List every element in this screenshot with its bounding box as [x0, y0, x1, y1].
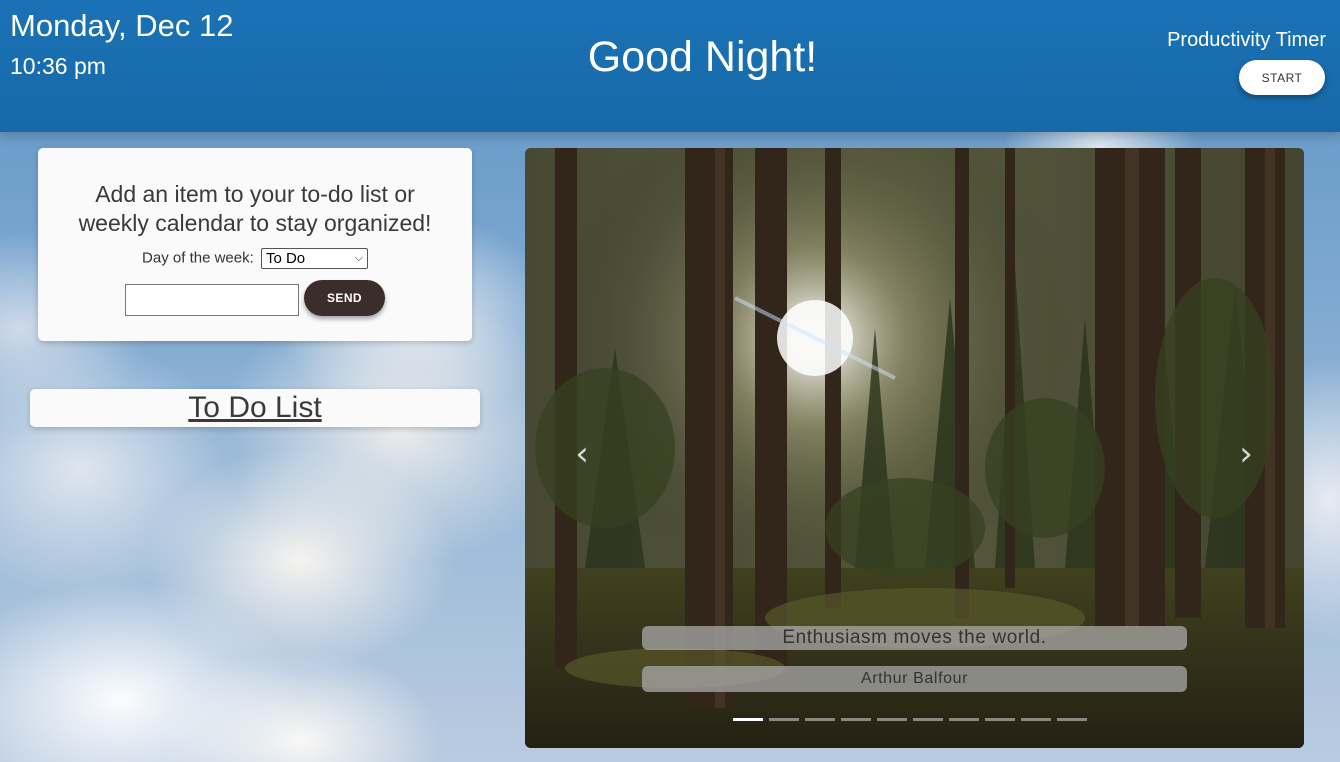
- forest-slide-image: [525, 148, 1304, 748]
- todo-list-title[interactable]: To Do List: [188, 389, 321, 427]
- day-of-week-selected-value: To Do: [265, 250, 306, 267]
- day-of-week-label: Day of the week:: [142, 249, 254, 267]
- chevron-left-icon[interactable]: ‹: [562, 436, 602, 472]
- chevron-down-icon: ⌵: [354, 252, 363, 264]
- add-item-heading: Add an item to your to-do list or weekly…: [38, 180, 472, 238]
- carousel-indicator[interactable]: [913, 718, 943, 721]
- day-of-week-select[interactable]: To Do ⌵: [260, 248, 368, 269]
- carousel-indicator[interactable]: [1057, 718, 1087, 721]
- todo-list-card: To Do List: [30, 389, 480, 427]
- start-timer-button[interactable]: START: [1239, 60, 1325, 95]
- header-bar: Monday, Dec 12 10:36 pm Good Night! Prod…: [0, 0, 1340, 132]
- greeting-title: Good Night!: [587, 33, 818, 81]
- carousel-indicator[interactable]: [733, 718, 763, 721]
- carousel-indicator[interactable]: [877, 718, 907, 721]
- productivity-timer-title: Productivity Timer: [1167, 29, 1326, 51]
- quote-author: Arthur Balfour: [642, 666, 1187, 692]
- carousel-indicator[interactable]: [949, 718, 979, 721]
- carousel-indicator[interactable]: [805, 718, 835, 721]
- carousel-indicator[interactable]: [985, 718, 1015, 721]
- add-item-card: Add an item to your to-do list or weekly…: [38, 148, 472, 341]
- add-item-heading-line2: weekly calendar to stay organized!: [78, 210, 432, 236]
- carousel-indicators: [733, 718, 1093, 722]
- chevron-right-icon[interactable]: ›: [1226, 436, 1266, 472]
- day-of-week-row: Day of the week: To Do ⌵: [38, 248, 472, 269]
- todo-item-input[interactable]: [125, 284, 299, 316]
- send-button[interactable]: SEND: [304, 280, 385, 316]
- add-item-heading-line1: Add an item to your to-do list or: [95, 181, 415, 207]
- carousel-indicator[interactable]: [769, 718, 799, 721]
- quote-carousel: ‹ › Enthusiasm moves the world. Arthur B…: [525, 148, 1304, 748]
- quote-text: Enthusiasm moves the world.: [642, 626, 1187, 650]
- carousel-indicator[interactable]: [841, 718, 871, 721]
- carousel-indicator[interactable]: [1021, 718, 1051, 721]
